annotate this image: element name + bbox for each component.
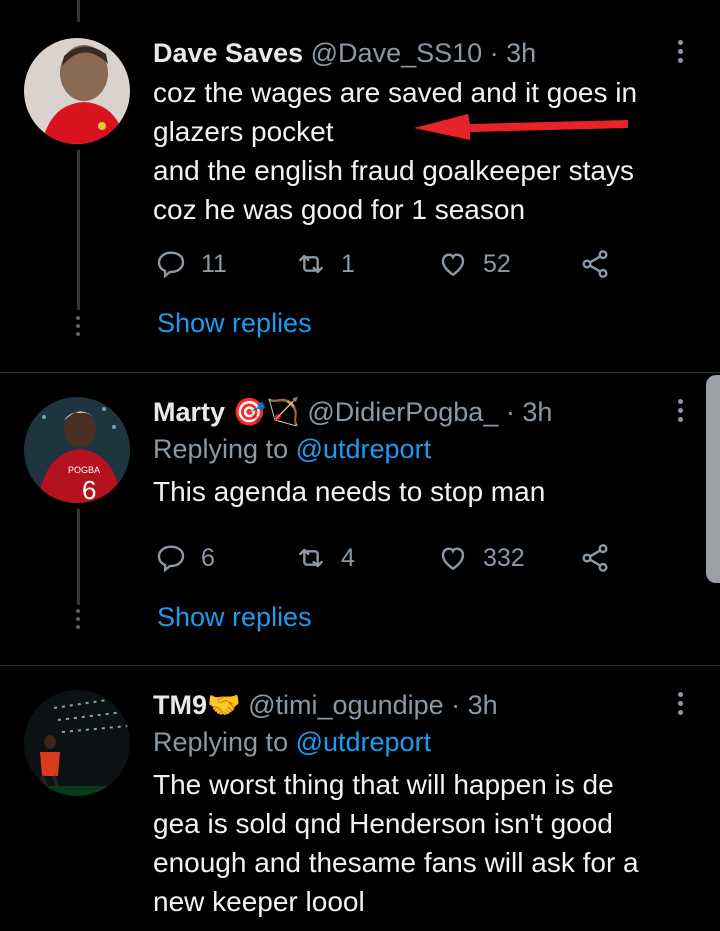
show-replies-link[interactable]: Show replies xyxy=(157,602,312,633)
tweet-header: Dave Saves @Dave_SS10 · 3h xyxy=(153,36,666,70)
more-options-icon[interactable] xyxy=(676,399,684,426)
retweet-button[interactable]: 4 xyxy=(295,540,355,576)
share-button[interactable] xyxy=(579,246,625,282)
share-icon xyxy=(582,250,608,278)
avatar[interactable]: POGBA 6 xyxy=(24,397,130,503)
like-count: 52 xyxy=(483,249,511,278)
thread-dots xyxy=(73,609,83,633)
reply-button[interactable]: 11 xyxy=(155,246,227,282)
tweet-text: coz the wages are saved and it goes in g… xyxy=(153,77,638,225)
retweet-icon xyxy=(299,254,323,274)
pogba-avatar-image: POGBA 6 xyxy=(24,397,130,503)
replying-to-label: Replying to xyxy=(153,727,296,757)
handle-and-time[interactable]: @DidierPogba_ · 3h xyxy=(307,397,552,427)
reply-icon xyxy=(157,545,185,573)
goalkeeper-avatar-image xyxy=(24,38,130,144)
stadium-avatar-image xyxy=(24,690,130,796)
tweet-text: The worst thing that will happen is de g… xyxy=(153,769,639,917)
name-emoji: 🎯🏹 xyxy=(232,397,300,427)
heart-icon xyxy=(441,547,465,571)
reply-count: 6 xyxy=(201,543,215,572)
thread-line xyxy=(77,509,80,605)
handle-and-time[interactable]: @Dave_SS10 · 3h xyxy=(311,38,537,68)
tweet-marty[interactable]: POGBA 6 Marty 🎯🏹 @DidierPogba_ · 3h Repl… xyxy=(0,373,720,665)
share-button[interactable] xyxy=(579,540,625,576)
svg-text:POGBA: POGBA xyxy=(68,465,100,475)
reply-count: 11 xyxy=(201,249,227,278)
like-count: 332 xyxy=(483,543,525,572)
replying-to-mention[interactable]: @utdreport xyxy=(296,727,431,757)
show-replies-link[interactable]: Show replies xyxy=(157,308,312,339)
tweet-text: This agenda needs to stop man xyxy=(153,476,546,507)
thread-line xyxy=(77,0,80,22)
like-button[interactable]: 332 xyxy=(437,540,525,576)
tweet-actions: 6 4 332 xyxy=(155,540,635,576)
name-emoji: 🤝 xyxy=(207,690,241,720)
handle-and-time[interactable]: @timi_ogundipe · 3h xyxy=(248,690,498,720)
red-arrow-annotation xyxy=(414,114,628,140)
more-options-icon[interactable] xyxy=(676,40,684,67)
tweet-header: Marty 🎯🏹 @DidierPogba_ · 3h xyxy=(153,395,666,429)
replying-to-mention[interactable]: @utdreport xyxy=(296,434,431,464)
heart-icon xyxy=(441,253,465,277)
retweet-count: 4 xyxy=(341,543,355,572)
avatar[interactable] xyxy=(24,690,130,796)
tweet-dave-saves[interactable]: Dave Saves @Dave_SS10 · 3h coz the wages… xyxy=(0,0,720,372)
display-name[interactable]: Marty xyxy=(153,397,225,427)
retweet-count: 1 xyxy=(341,249,355,278)
replying-to: Replying to @utdreport xyxy=(153,722,666,762)
share-icon xyxy=(582,544,608,572)
thread-dots xyxy=(73,316,83,340)
reply-icon xyxy=(157,251,185,279)
replying-to-label: Replying to xyxy=(153,434,296,464)
scrollbar[interactable] xyxy=(706,375,720,583)
replying-to: Replying to @utdreport xyxy=(153,429,666,469)
tweet-actions: 11 1 52 xyxy=(155,246,635,282)
retweet-icon xyxy=(299,548,323,568)
avatar[interactable] xyxy=(24,38,130,144)
tweet-header: TM9🤝 @timi_ogundipe · 3h xyxy=(153,688,666,722)
tweet-tm9[interactable]: TM9🤝 @timi_ogundipe · 3h Replying to @ut… xyxy=(0,666,720,931)
display-name[interactable]: Dave Saves xyxy=(153,38,303,68)
like-button[interactable]: 52 xyxy=(437,246,511,282)
display-name[interactable]: TM9 xyxy=(153,690,207,720)
reply-button[interactable]: 6 xyxy=(155,540,215,576)
thread-line xyxy=(77,150,80,310)
retweet-button[interactable]: 1 xyxy=(295,246,355,282)
more-options-icon[interactable] xyxy=(676,692,684,719)
svg-text:6: 6 xyxy=(82,475,96,503)
